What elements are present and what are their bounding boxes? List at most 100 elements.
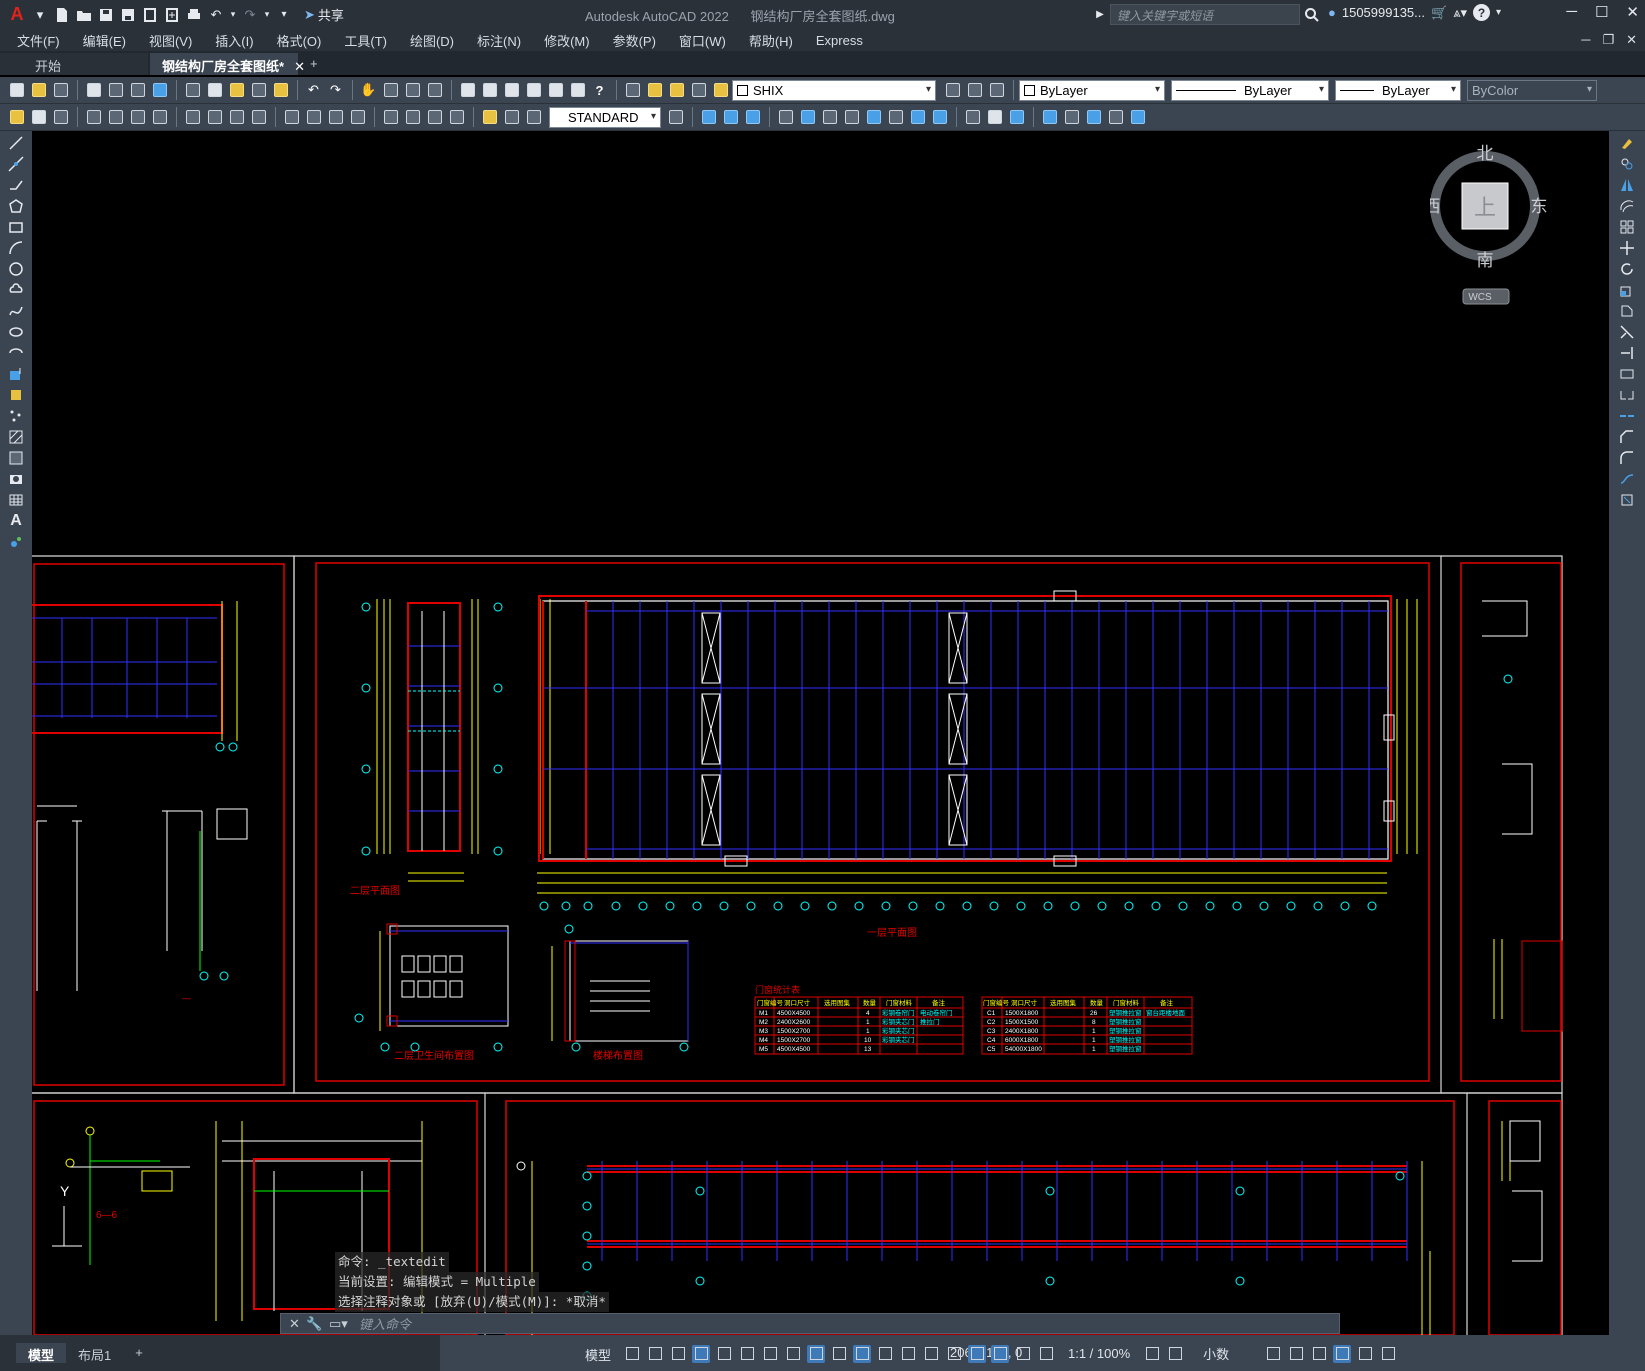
grid-icon[interactable]	[623, 1345, 641, 1363]
3d-osnap-icon[interactable]	[899, 1345, 917, 1363]
fillet-icon[interactable]	[1616, 448, 1638, 467]
circle-icon[interactable]	[5, 259, 27, 278]
break-at-point-icon[interactable]	[1616, 364, 1638, 383]
transparency-icon[interactable]	[853, 1344, 871, 1363]
compass-south[interactable]: 南	[1477, 251, 1494, 271]
compass-west[interactable]: 西	[1424, 197, 1441, 217]
tolerance-icon[interactable]	[380, 107, 401, 128]
continue-dimension-icon[interactable]	[325, 107, 346, 128]
tool-palettes-icon[interactable]	[501, 80, 522, 101]
color-dropdown[interactable]: ByLayer ▾	[1019, 79, 1165, 101]
compass-east[interactable]: 东	[1531, 197, 1548, 217]
offset-icon[interactable]	[1616, 196, 1638, 215]
publish-icon[interactable]	[127, 80, 148, 101]
imprint-icon[interactable]	[962, 107, 983, 128]
command-recent-icon[interactable]: ▭▾	[329, 1316, 348, 1332]
menu-parametric[interactable]: 参数(P)	[613, 31, 656, 50]
snap-icon[interactable]	[646, 1345, 664, 1363]
extend-icon[interactable]	[1616, 343, 1638, 362]
explode-icon[interactable]	[1616, 490, 1638, 509]
table-icon[interactable]	[5, 490, 27, 509]
layer-on-icon[interactable]	[644, 80, 665, 101]
maximize-icon[interactable]: ☐	[1595, 3, 1608, 21]
menu-format[interactable]: 格式(O)	[277, 31, 322, 50]
menu-window[interactable]: 窗口(W)	[679, 31, 726, 50]
save-web-icon[interactable]	[162, 5, 182, 25]
open-file-icon[interactable]	[74, 5, 94, 25]
dimension-edit-icon[interactable]	[479, 107, 500, 128]
dimension-update-icon[interactable]	[523, 107, 544, 128]
layer-states-icon[interactable]	[986, 80, 1007, 101]
zoom-window-icon[interactable]	[402, 80, 423, 101]
annotation-scale-icon[interactable]	[1037, 1345, 1055, 1363]
selection-filter-icon[interactable]	[945, 1345, 963, 1363]
lock-ui-icon[interactable]	[1287, 1345, 1305, 1363]
dim-style-manager-icon[interactable]	[665, 107, 686, 128]
lineweight-icon[interactable]	[830, 1345, 848, 1363]
units-value[interactable]: 小数	[1203, 1344, 1229, 1363]
undo-icon[interactable]: ↶	[206, 5, 226, 25]
trim-icon[interactable]	[1616, 322, 1638, 341]
close-icon[interactable]: ✕	[1626, 3, 1639, 21]
layer-viewport-icon[interactable]	[688, 80, 709, 101]
color-faces-icon[interactable]	[929, 107, 950, 128]
open-web-icon[interactable]	[140, 5, 160, 25]
jogged-linear-icon[interactable]	[446, 107, 467, 128]
inspection-icon[interactable]	[424, 107, 445, 128]
mirror-icon[interactable]	[1616, 175, 1638, 194]
quick-properties-icon[interactable]	[1264, 1345, 1282, 1363]
region-icon[interactable]	[5, 469, 27, 488]
polar-tracking-icon[interactable]	[738, 1345, 756, 1363]
line-icon[interactable]	[5, 133, 27, 152]
dimension-space-icon[interactable]	[347, 107, 368, 128]
layer-properties-icon[interactable]	[622, 80, 643, 101]
tab-drawing[interactable]: 钢结构厂房全套图纸* ✕	[150, 53, 305, 75]
arc-icon[interactable]	[5, 238, 27, 257]
app-menu-chevron-icon[interactable]: ▾	[30, 5, 50, 25]
layer-freeze-icon[interactable]	[666, 80, 687, 101]
spline-icon[interactable]	[5, 301, 27, 320]
plot-toolbar-icon[interactable]	[83, 80, 104, 101]
command-line-input[interactable]: ✕ 🔧 ▭▾ 键入命令	[280, 1313, 1340, 1334]
doc-restore-icon[interactable]: ❐	[1602, 32, 1614, 48]
menu-modify[interactable]: 修改(M)	[544, 31, 590, 50]
point-icon[interactable]	[5, 406, 27, 425]
make-block-icon[interactable]	[5, 385, 27, 404]
dim-style-icon[interactable]	[50, 107, 71, 128]
separate-icon[interactable]	[1006, 107, 1027, 128]
save-as-icon[interactable]	[118, 5, 138, 25]
tab-layout1[interactable]: 布局1	[66, 1343, 123, 1363]
isolate-objects-icon[interactable]	[1310, 1345, 1328, 1363]
subtract-icon[interactable]	[720, 107, 741, 128]
center-mark-icon[interactable]	[402, 107, 423, 128]
rotate-icon[interactable]	[1616, 259, 1638, 278]
layer-previous-icon[interactable]	[964, 80, 985, 101]
dimension-text-edit-icon[interactable]	[501, 107, 522, 128]
check-icon[interactable]	[1061, 107, 1082, 128]
taper-faces-icon[interactable]	[885, 107, 906, 128]
array-icon[interactable]	[1616, 217, 1638, 236]
radius-dimension-icon[interactable]	[182, 107, 203, 128]
properties-icon[interactable]	[457, 80, 478, 101]
add-layout-button[interactable]: +	[123, 1343, 155, 1363]
join-icon[interactable]	[1616, 406, 1638, 425]
dynamic-input-icon[interactable]	[692, 1344, 710, 1363]
help-icon[interactable]: ?	[1473, 4, 1491, 21]
doc-close-icon[interactable]: ✕	[1626, 32, 1637, 48]
layer-dropdown[interactable]: SHIX ▾	[732, 79, 936, 101]
extrude-faces-icon[interactable]	[775, 107, 796, 128]
gradient-icon[interactable]	[5, 448, 27, 467]
blend-curves-icon[interactable]	[1616, 469, 1638, 488]
rotate-faces-icon[interactable]	[863, 107, 884, 128]
open-icon[interactable]	[28, 80, 49, 101]
intersect-icon[interactable]	[742, 107, 763, 128]
diameter-dimension-icon[interactable]	[226, 107, 247, 128]
viewcube[interactable]: 上 北 南 东 西 WCS	[1424, 135, 1580, 325]
section-icon[interactable]	[1105, 107, 1126, 128]
object-snap-icon[interactable]	[807, 1344, 825, 1363]
slice-icon[interactable]	[1083, 107, 1104, 128]
menu-dimension[interactable]: 标注(N)	[477, 31, 521, 50]
ellipse-icon[interactable]	[5, 322, 27, 341]
redo-icon[interactable]: ↷	[240, 5, 260, 25]
ortho-icon[interactable]	[715, 1345, 733, 1363]
